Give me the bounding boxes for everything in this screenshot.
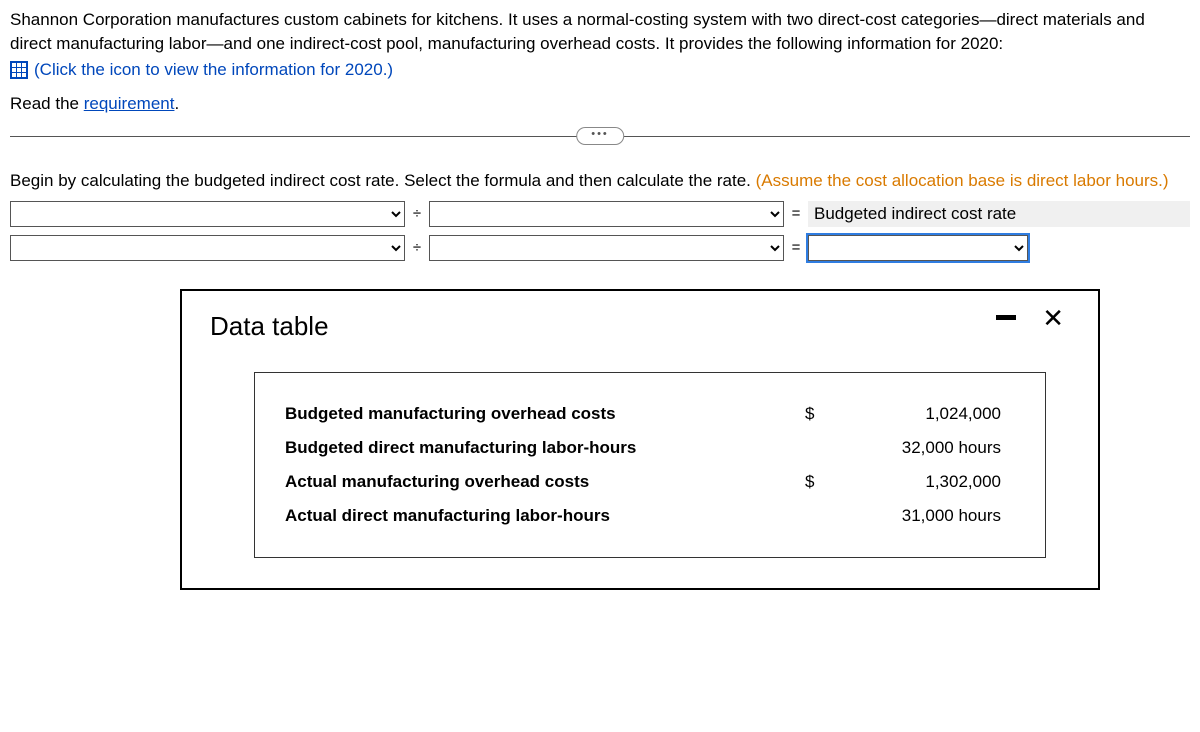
row-value: 1,024,000 xyxy=(835,404,1005,424)
data-table-icon[interactable] xyxy=(10,61,28,79)
close-icon[interactable]: ✕ xyxy=(1042,305,1064,331)
result-label: Budgeted indirect cost rate xyxy=(808,201,1190,227)
denominator-select[interactable] xyxy=(429,201,784,227)
table-row: Budgeted direct manufacturing labor-hour… xyxy=(285,431,1005,465)
denominator-value-select[interactable] xyxy=(429,235,784,261)
info-year: 2020 xyxy=(345,60,383,79)
row-value: 1,302,000 xyxy=(835,472,1005,492)
divide-op-2: ÷ xyxy=(405,239,429,256)
info-row: (Click the icon to view the information … xyxy=(10,60,1190,80)
divide-op-1: ÷ xyxy=(405,205,429,222)
read-prefix: Read the xyxy=(10,94,84,113)
row-label: Budgeted direct manufacturing labor-hour… xyxy=(285,438,805,458)
instruction-main: Begin by calculating the budgeted indire… xyxy=(10,171,756,190)
data-table-modal: ✕ Data table Budgeted manufacturing over… xyxy=(180,289,1100,590)
numerator-value-select[interactable] xyxy=(10,235,405,261)
row-currency: $ xyxy=(805,472,835,492)
requirement-row: Read the requirement. xyxy=(10,94,1190,114)
table-row: Actual manufacturing overhead costs $ 1,… xyxy=(285,465,1005,499)
info-link[interactable]: (Click the icon to view the information … xyxy=(34,60,393,80)
row-value: 32,000 hours xyxy=(835,438,1005,458)
formula-grid: ÷ = Budgeted indirect cost rate ÷ = xyxy=(10,201,1190,261)
requirement-link[interactable]: requirement xyxy=(84,94,175,113)
modal-controls: ✕ xyxy=(996,305,1064,331)
equals-op-2: = xyxy=(784,239,808,256)
row-currency: $ xyxy=(805,404,835,424)
numerator-select[interactable] xyxy=(10,201,405,227)
info-suffix: .) xyxy=(383,60,393,79)
modal-title: Data table xyxy=(210,311,1076,342)
expand-pill[interactable]: ••• xyxy=(576,127,624,145)
result-value-select[interactable] xyxy=(808,235,1028,261)
minimize-icon[interactable] xyxy=(996,315,1016,320)
row-label: Actual manufacturing overhead costs xyxy=(285,472,805,492)
problem-text: Shannon Corporation manufactures custom … xyxy=(10,8,1190,56)
row-value: 31,000 hours xyxy=(835,506,1005,526)
info-prefix: (Click the icon to view the information … xyxy=(34,60,345,79)
row-label: Budgeted manufacturing overhead costs xyxy=(285,404,805,424)
row-label: Actual direct manufacturing labor-hours xyxy=(285,506,805,526)
instruction: Begin by calculating the budgeted indire… xyxy=(10,171,1190,191)
table-row: Budgeted manufacturing overhead costs $ … xyxy=(285,397,1005,431)
data-table: Budgeted manufacturing overhead costs $ … xyxy=(254,372,1046,558)
equals-op-1: = xyxy=(784,205,808,222)
read-suffix: . xyxy=(174,94,179,113)
section-divider: ••• xyxy=(10,136,1190,137)
instruction-note: (Assume the cost allocation base is dire… xyxy=(756,171,1169,190)
table-row: Actual direct manufacturing labor-hours … xyxy=(285,499,1005,533)
